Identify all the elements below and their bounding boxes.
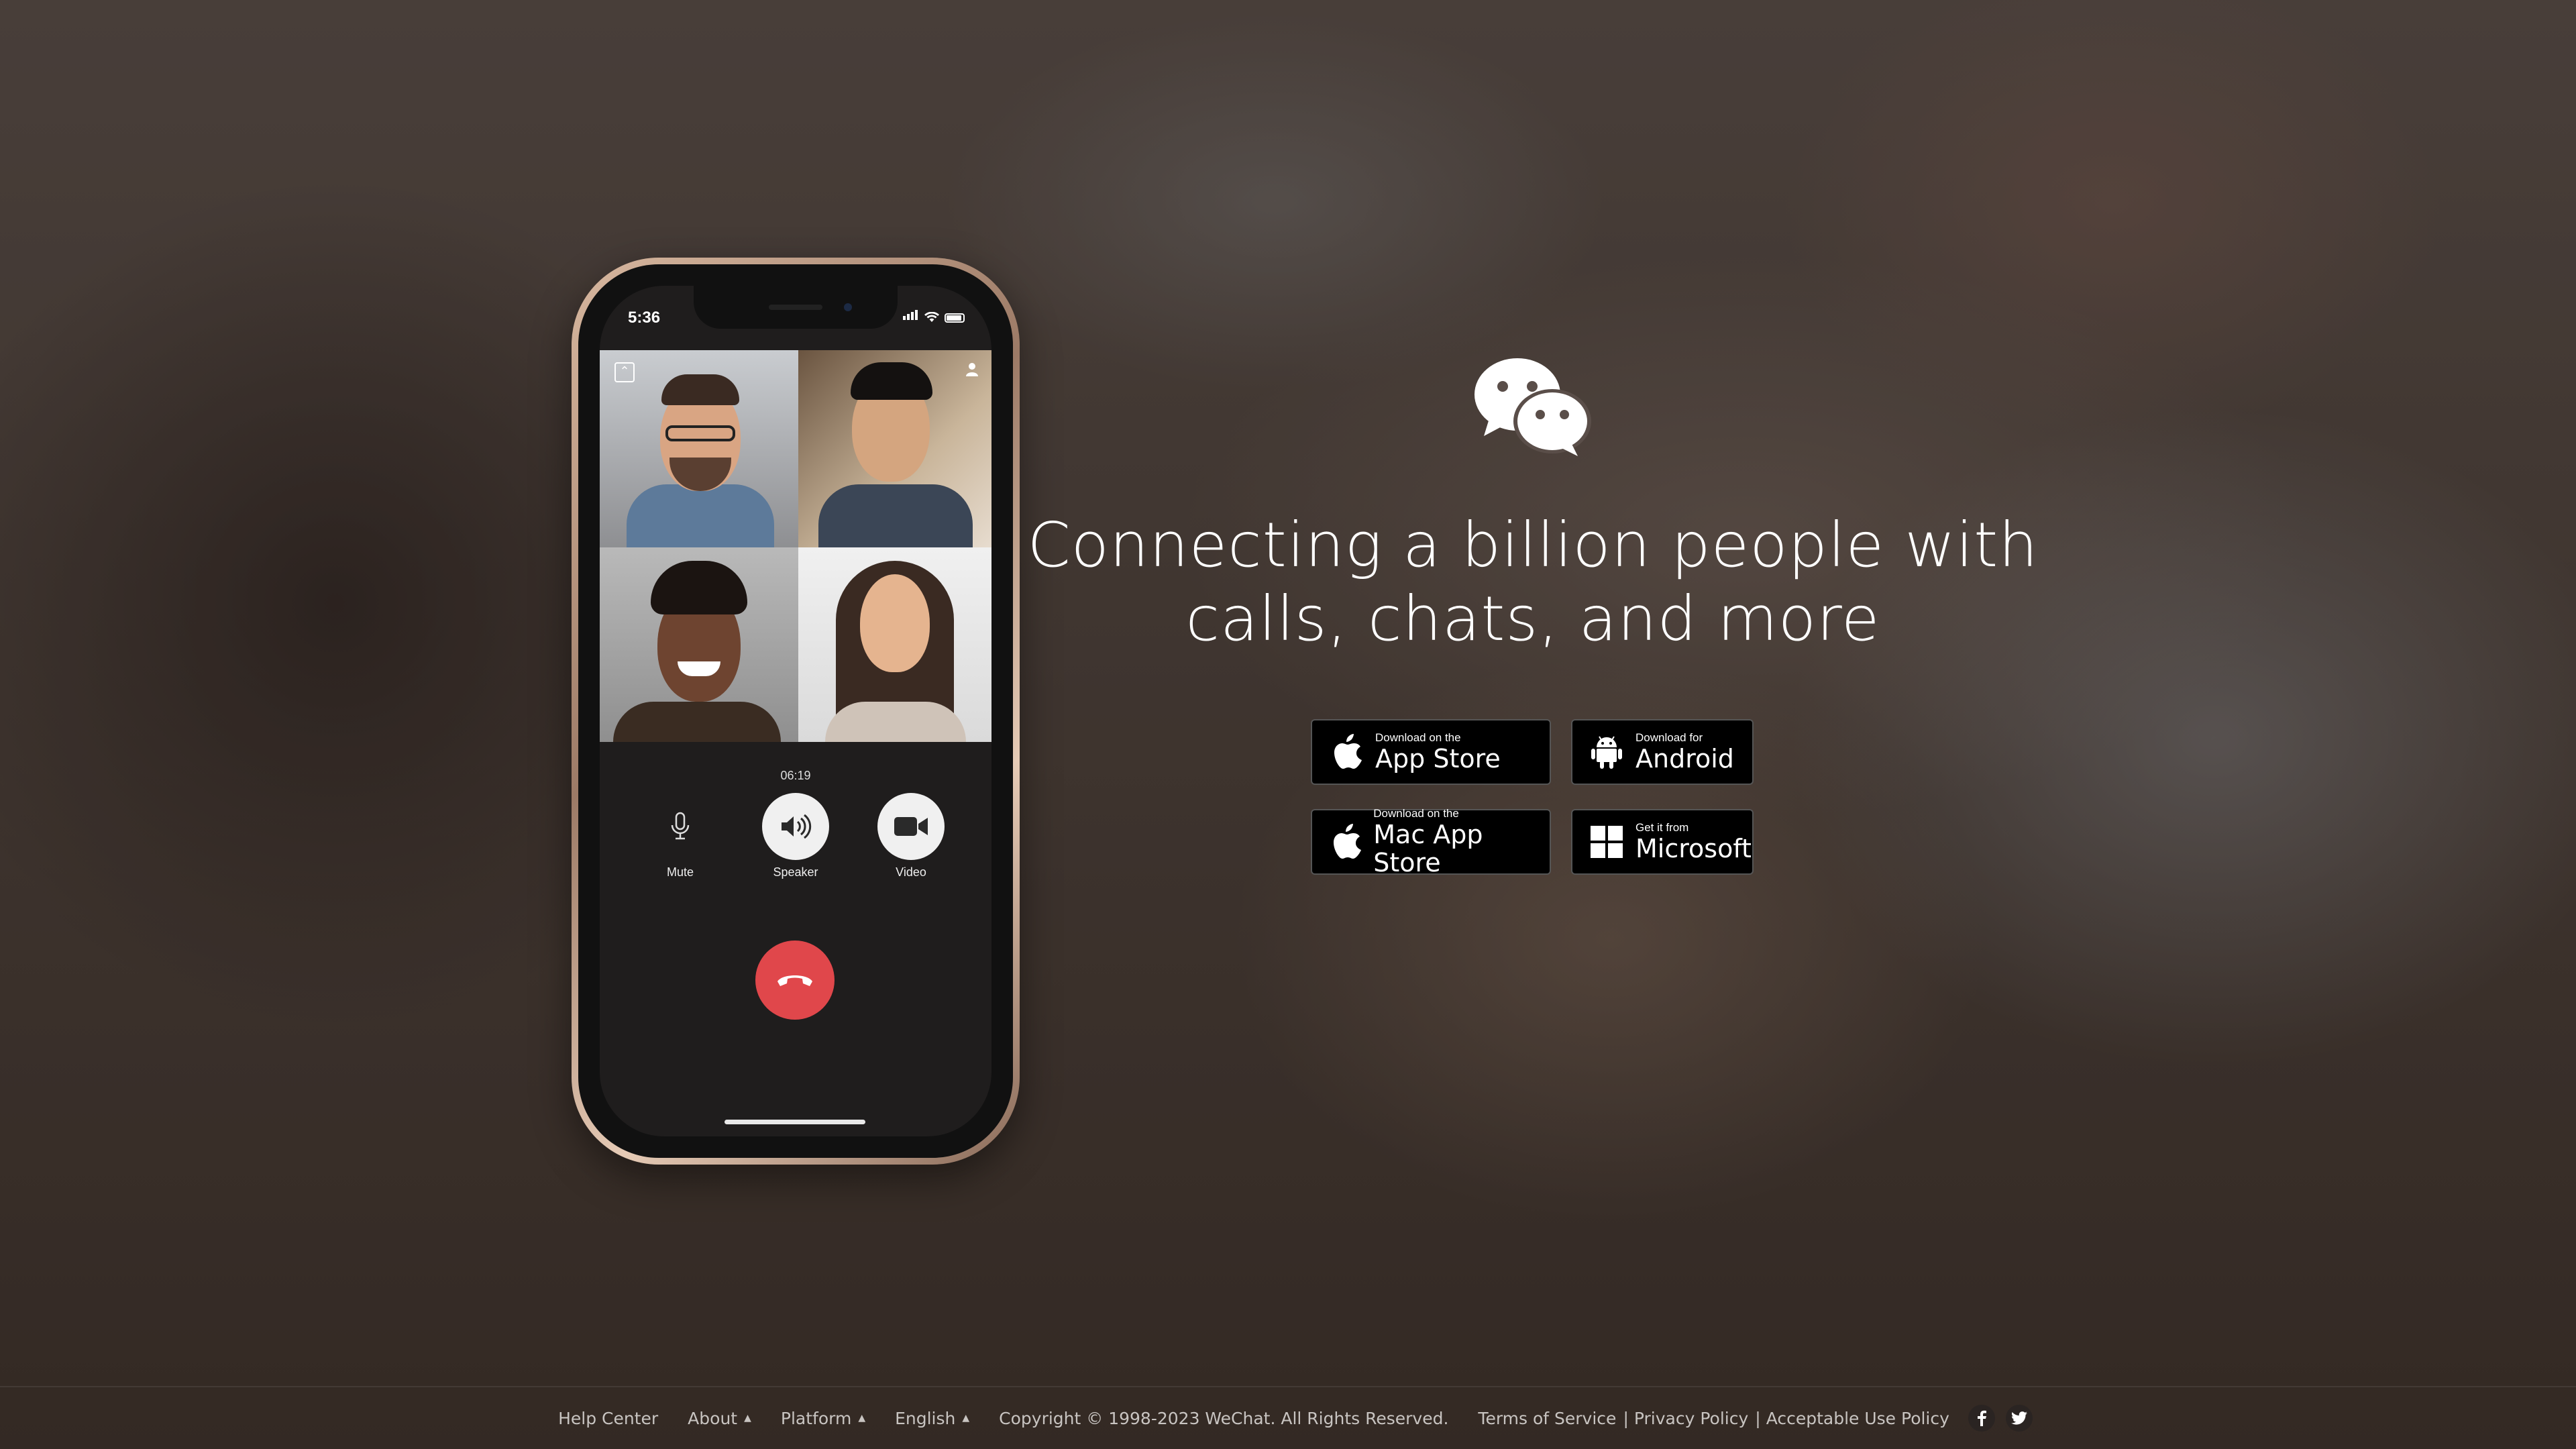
windows-icon [1587,822,1626,861]
background-overlay [0,0,2576,1449]
speaker-icon [782,814,812,839]
footer-platform-menu[interactable]: Platform ▲ [781,1409,865,1428]
mute-label: Mute [666,865,694,879]
participant-body [613,702,781,742]
signal-icon [903,310,919,323]
status-icons [903,310,965,323]
mac-app-store-button[interactable]: Download on the Mac App Store [1311,807,1551,877]
android-button[interactable]: Download for Android [1571,719,1754,785]
android-small-text: Download for [1635,731,1703,744]
footer-help-center-link[interactable]: Help Center [558,1409,658,1428]
phone-screen: 5:36 ⌃ 06:19 Mute Speaker Video [600,286,991,1136]
speaker-label: Speaker [773,865,818,879]
footer-about-label: About [688,1408,738,1428]
phone-hangup-icon [777,975,812,986]
participant-body [627,484,774,547]
hero-headline: Connecting a billion people with calls, … [1027,509,2039,655]
mute-control[interactable]: Mute [640,793,720,879]
caret-up-icon: ▲ [962,1413,970,1424]
apple-icon [1327,733,1366,771]
participant-tile-1[interactable]: ⌃ [600,350,798,547]
apple-icon [1327,822,1364,861]
participant-hair [851,362,932,400]
footer-copyright: Copyright © 1998-2023 WeChat. All Rights… [999,1408,1449,1428]
participant-tile-3[interactable] [600,547,798,742]
footer-language-label: English [895,1408,956,1428]
front-camera [844,303,852,311]
footer: Help Center About ▲ Platform ▲ English ▲… [0,1386,2576,1449]
minimize-icon[interactable]: ⌃ [614,362,635,382]
call-timer: 06:19 [780,769,811,782]
speaker-control[interactable]: Speaker [755,793,836,879]
battery-icon [945,313,965,323]
video-button[interactable] [877,793,945,860]
footer-separator: | [1755,1408,1761,1428]
video-call-grid: ⌃ [600,350,991,742]
video-control[interactable]: Video [871,793,951,879]
add-participant-icon[interactable] [962,361,982,381]
hangup-button[interactable] [755,941,835,1020]
facebook-icon[interactable] [1968,1405,1995,1432]
mute-button[interactable] [647,793,714,860]
footer-acceptable-use-link[interactable]: Acceptable Use Policy [1766,1409,1949,1428]
android-icon [1587,733,1626,771]
footer-separator: | [1623,1408,1629,1428]
microsoft-big-text: Microsoft [1635,834,1752,863]
android-big-text: Android [1635,744,1734,773]
app-store-small-text: Download on the [1375,731,1461,744]
microsoft-button[interactable]: Get it from Microsoft [1571,809,1754,875]
participant-body [818,484,973,547]
participant-tile-2[interactable] [798,350,991,547]
participant-hair [651,561,747,614]
participant-face [860,574,930,672]
participant-hair [661,374,739,405]
microsoft-small-text: Get it from [1635,821,1689,834]
status-bar: 5:36 [600,286,991,334]
earpiece [769,305,822,310]
footer-about-menu[interactable]: About ▲ [688,1409,751,1428]
app-store-button[interactable]: Download on the App Store [1311,719,1551,785]
twitter-icon[interactable] [2005,1405,2033,1432]
footer-terms-link[interactable]: Terms of Service [1478,1409,1616,1428]
wifi-icon [924,312,939,322]
glasses [665,425,735,441]
caret-up-icon: ▲ [744,1413,751,1424]
caret-up-icon: ▲ [858,1413,866,1424]
wechat-logo-icon [1474,358,1591,456]
phone-mockup: 5:36 ⌃ 06:19 Mute Speaker Video [572,258,1020,1165]
phone-notch [694,286,898,329]
video-camera-icon [894,817,928,836]
speaker-button[interactable] [762,793,829,860]
video-label: Video [896,865,926,879]
status-time: 5:36 [628,309,661,327]
footer-platform-label: Platform [780,1408,852,1428]
mac-app-store-small-text: Download on the [1373,807,1459,820]
footer-terms-group: Terms of Service | Privacy Policy | Acce… [1478,1409,1949,1428]
mac-app-store-big-text: Mac App Store [1373,820,1483,877]
participant-tile-4[interactable] [798,547,991,742]
home-indicator [724,1120,865,1124]
app-store-big-text: App Store [1375,744,1501,773]
participant-body [825,702,966,742]
microphone-icon [671,812,690,840]
footer-privacy-link[interactable]: Privacy Policy [1634,1409,1748,1428]
footer-language-menu[interactable]: English ▲ [895,1409,969,1428]
